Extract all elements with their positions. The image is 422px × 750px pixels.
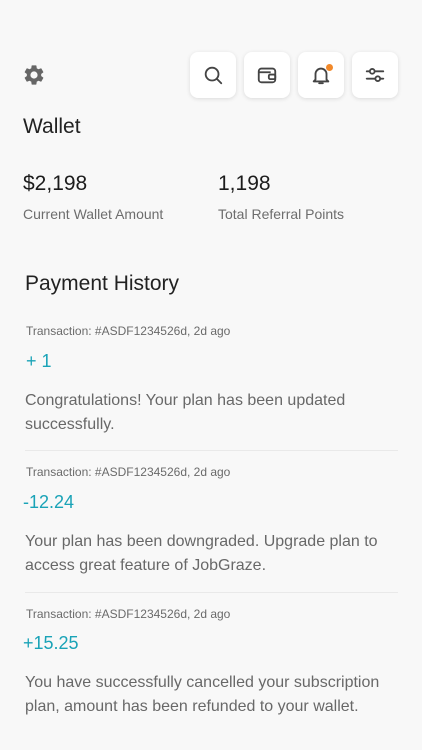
transaction-message: Congratulations! Your plan has been upda… xyxy=(25,392,346,433)
search-button[interactable] xyxy=(190,52,236,98)
filter-button[interactable] xyxy=(352,52,398,98)
wallet-amount-label: Current Wallet Amount xyxy=(23,206,164,222)
transaction-message: You have successfully cancelled your sub… xyxy=(25,674,380,715)
transaction-meta: Transaction: #ASDF1234526d, 2d ago xyxy=(26,607,231,621)
wallet-amount-stat: $2,198 Current Wallet Amount xyxy=(23,172,163,222)
page-title: Wallet xyxy=(23,115,81,138)
referral-points-label: Total Referral Points xyxy=(218,206,345,222)
wallet-amount-value: $2,198 xyxy=(23,172,88,195)
divider xyxy=(25,450,398,451)
gear-icon[interactable] xyxy=(21,62,47,88)
divider xyxy=(25,592,398,593)
transaction-meta: Transaction: #ASDF1234526d, 2d ago xyxy=(26,324,231,338)
transaction-meta: Transaction: #ASDF1234526d, 2d ago xyxy=(26,465,231,479)
sliders-icon xyxy=(365,68,385,82)
referral-points-stat: 1,198 Total Referral Points xyxy=(218,172,344,222)
wallet-button[interactable] xyxy=(244,52,290,98)
notification-dot xyxy=(326,64,333,71)
referral-points-value: 1,198 xyxy=(218,172,271,195)
notifications-button[interactable] xyxy=(298,52,344,98)
transaction-amount: +15.25 xyxy=(23,633,79,653)
transaction-amount: -12.24 xyxy=(23,492,75,512)
wallet-icon xyxy=(257,67,277,84)
transaction-message: Your plan has been downgraded. Upgrade p… xyxy=(25,533,378,574)
top-bar xyxy=(0,52,422,98)
transaction-amount: + 1 xyxy=(26,351,52,371)
payment-history-title: Payment History xyxy=(25,272,180,295)
search-icon xyxy=(204,66,223,85)
